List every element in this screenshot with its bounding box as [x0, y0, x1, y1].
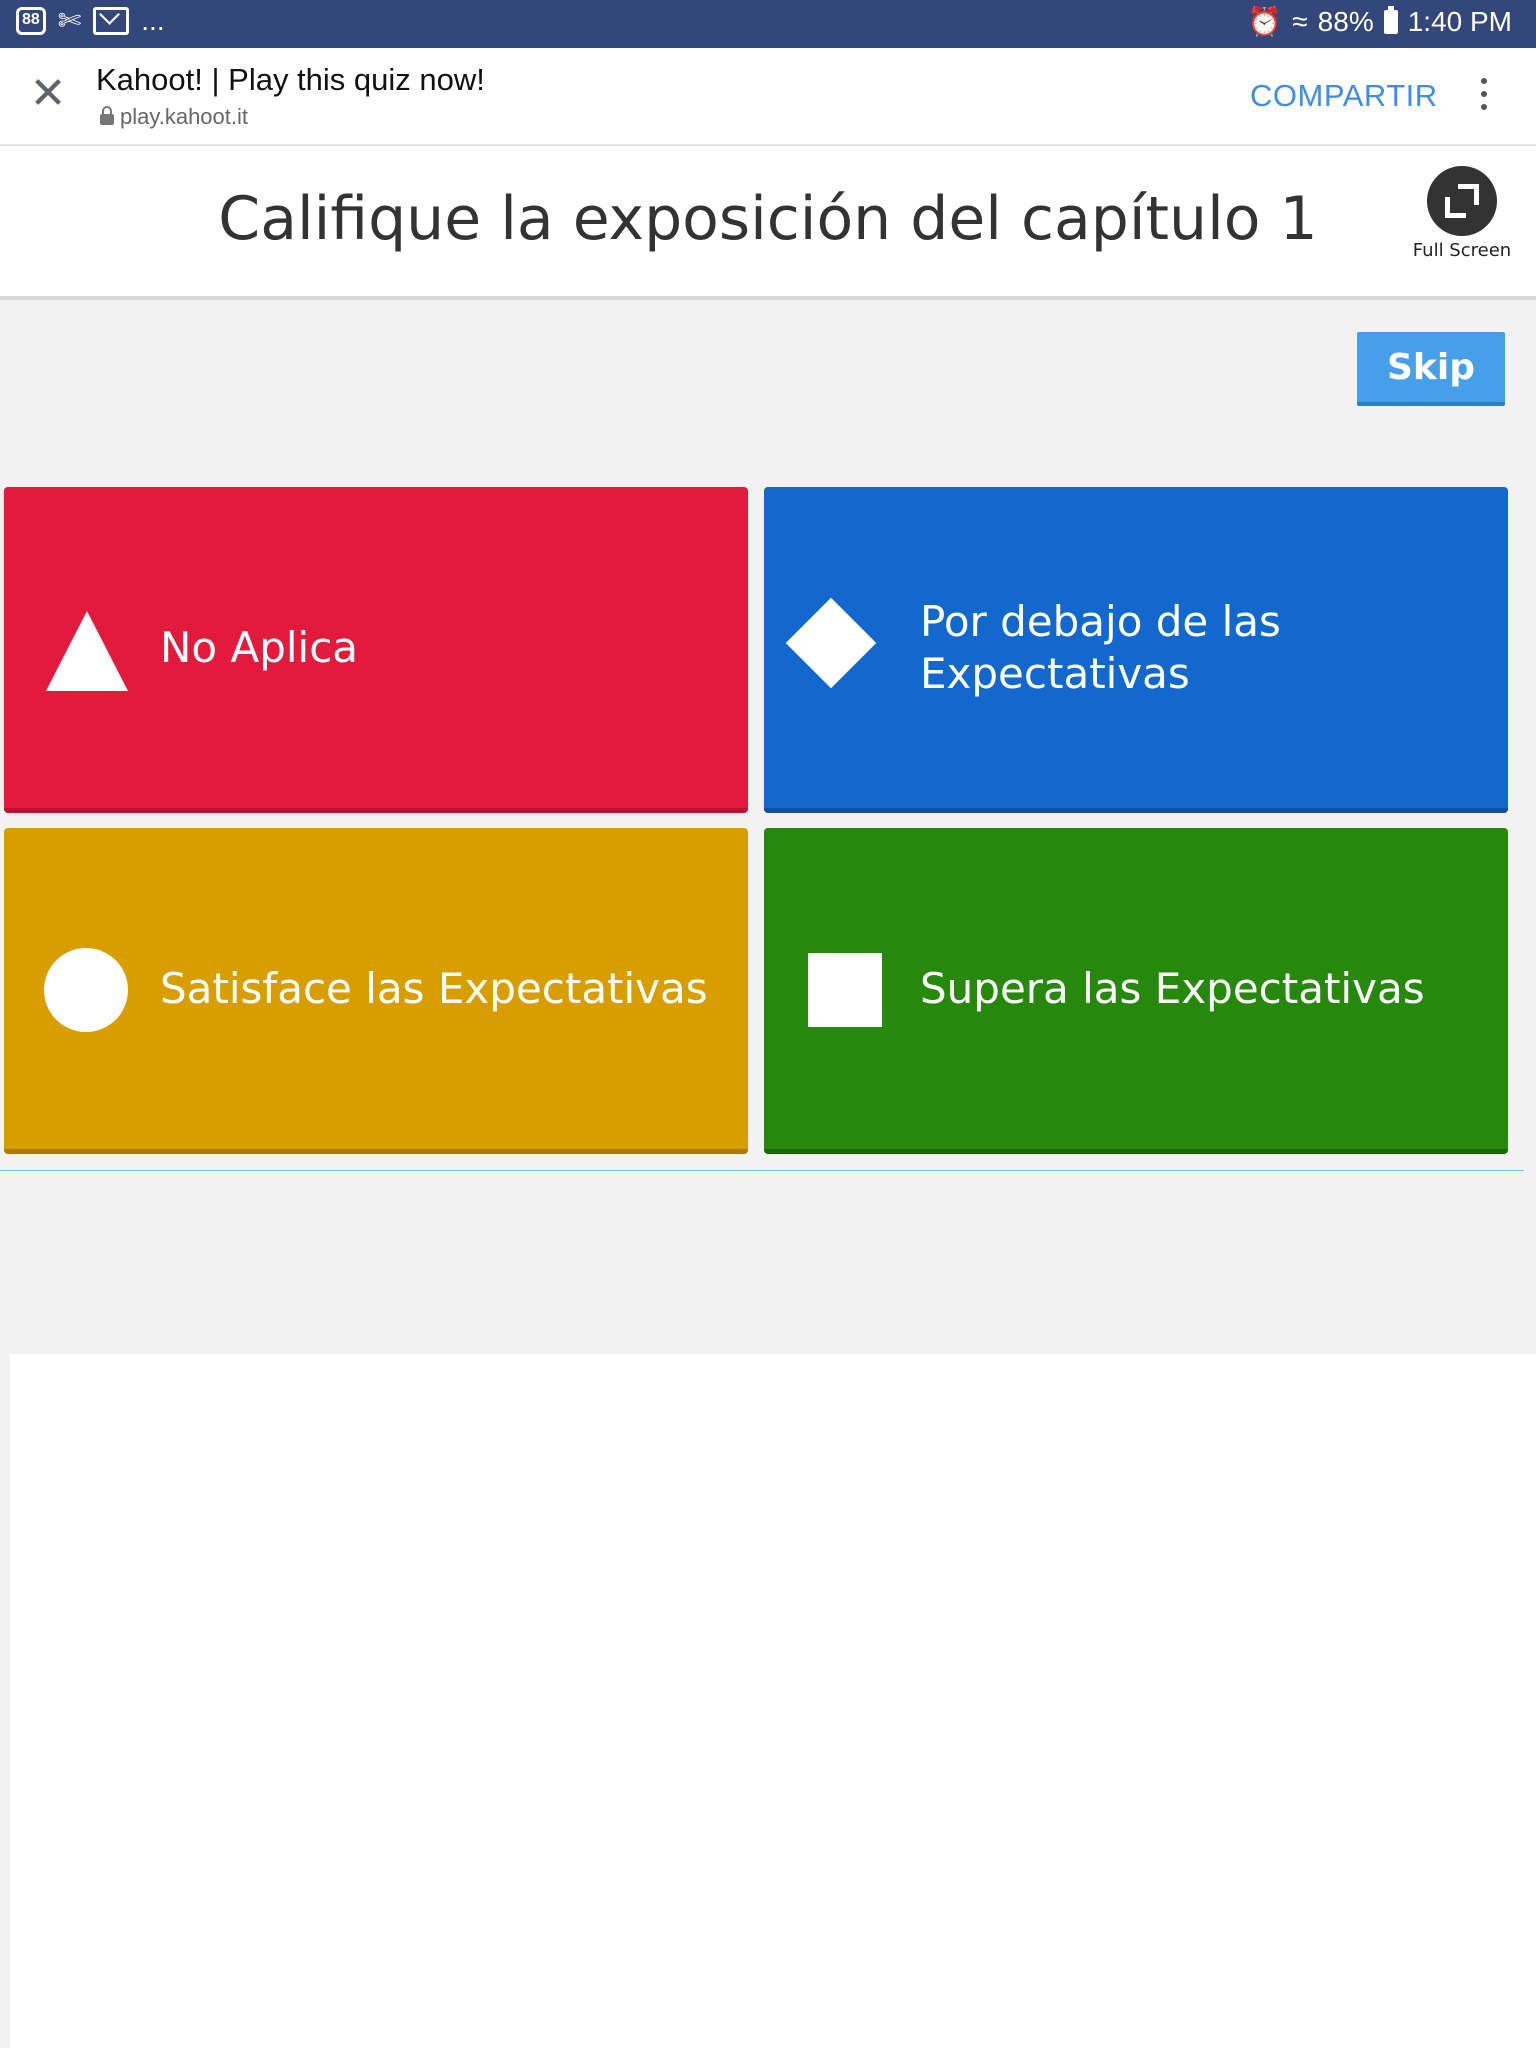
fullscreen-label: Full Screen [1412, 240, 1512, 261]
clock: 1:40 PM [1407, 6, 1512, 37]
divider [0, 1170, 1524, 1171]
lock-icon [100, 106, 114, 125]
triangle-icon [46, 611, 128, 691]
more-notifications: ... [141, 5, 165, 36]
circle-icon [44, 948, 128, 1032]
answer-label: Por debajo de las Expectativas [920, 596, 1281, 698]
diamond-icon [785, 597, 877, 689]
answer-option-4[interactable]: Supera las Expectativas [764, 828, 1508, 1154]
question-header: Califique la exposición del capítulo 1 F… [0, 146, 1536, 300]
answer-option-2[interactable]: Por debajo de las Expectativas [764, 487, 1508, 813]
answer-label: No Aplica [160, 622, 359, 672]
more-options-icon[interactable] [1474, 78, 1494, 118]
wifi-icon: ≈ [1292, 6, 1308, 37]
share-button[interactable]: COMPARTIR [1250, 78, 1438, 114]
browser-toolbar: ✕ Kahoot! | Play this quiz now! play.kah… [0, 48, 1536, 146]
battery-icon [1383, 6, 1398, 34]
notification-badge-icon: 88 [16, 7, 46, 35]
answer-option-1[interactable]: No Aplica [4, 487, 748, 813]
battery-percent: 88% [1317, 6, 1374, 37]
alarm-icon: ⏰ [1247, 6, 1283, 37]
square-icon [808, 953, 882, 1027]
skip-button[interactable]: Skip [1357, 332, 1505, 406]
answer-label: Satisface las Expectativas [160, 963, 708, 1013]
close-icon[interactable]: ✕ [26, 72, 70, 116]
mail-icon [93, 7, 130, 35]
content-panel [10, 1354, 1536, 2048]
url-display: play.kahoot.it [100, 104, 248, 130]
url-text: play.kahoot.it [120, 104, 249, 129]
question-title: Califique la exposición del capítulo 1 [218, 184, 1318, 254]
fullscreen-button[interactable]: Full Screen [1400, 166, 1524, 261]
page-title: Kahoot! | Play this quiz now! [96, 62, 485, 97]
status-bar: 88 ✄ ... ⏰ ≈ 88% 1:40 PM [0, 0, 1536, 48]
fullscreen-icon[interactable] [1427, 166, 1497, 236]
answer-label: Supera las Expectativas [920, 963, 1425, 1013]
answer-option-3[interactable]: Satisface las Expectativas [4, 828, 748, 1154]
cleaner-icon: ✄ [57, 5, 82, 36]
